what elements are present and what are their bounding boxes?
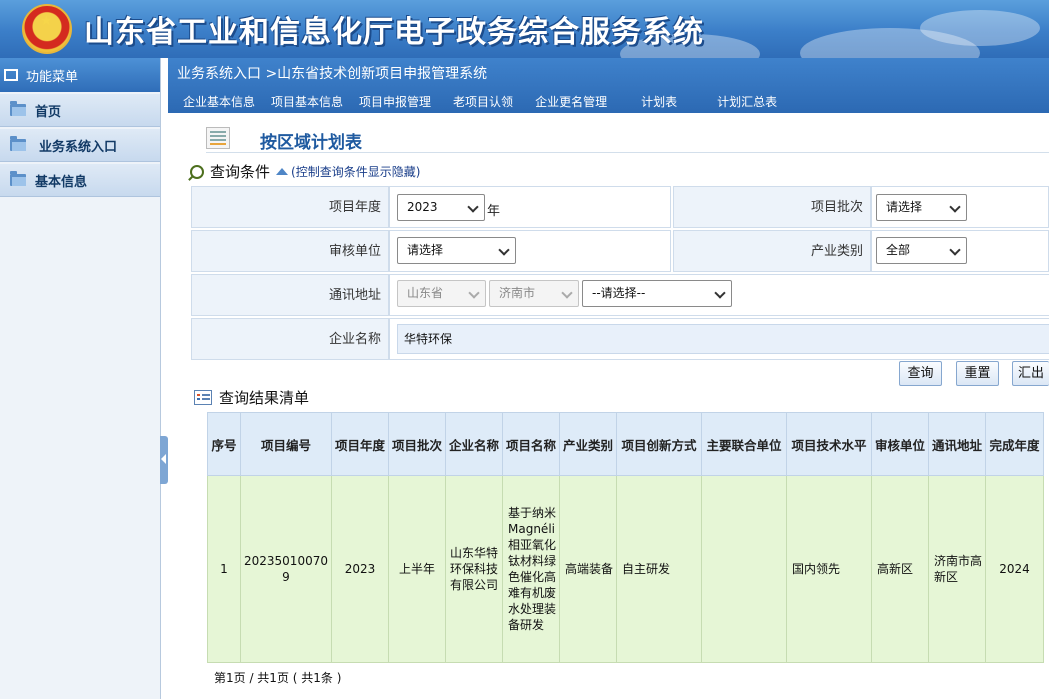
cell-company: 山东华特环保科技有限公司 (445, 475, 503, 663)
year-select[interactable]: 2023 (397, 194, 485, 221)
company-name-cell: 华特环保 (389, 318, 1049, 360)
column-header: 通讯地址 (928, 412, 986, 476)
cell-batch: 上半年 (388, 475, 446, 663)
sidebar-header-label: 功能菜单 (26, 69, 79, 85)
audit-unit-cell: 请选择 (389, 230, 671, 272)
header-banner: ★ 山东省工业和信息化厅电子政务综合服务系统 (0, 0, 1049, 58)
column-header: 产业类别 (559, 412, 617, 476)
column-header: 项目名称 (502, 412, 560, 476)
query-toggle-label: (控制查询条件显示隐藏) (291, 165, 421, 179)
menu-item-project-info[interactable]: 项目基本信息 (271, 93, 343, 110)
query-header-label: 查询条件 (210, 163, 271, 181)
city-select[interactable]: 济南市 (489, 280, 579, 307)
menu-item-plan-table[interactable]: 计划表 (641, 93, 677, 110)
batch-label: 项目批次 (673, 186, 871, 228)
cell-audit-unit: 高新区 (871, 475, 929, 663)
sidebar: 功能菜单 首页 业务系统入口 基本信息 (0, 58, 161, 699)
column-header: 项目年度 (331, 412, 389, 476)
industry-cell: 全部 (871, 230, 1049, 272)
sidebar-header: 功能菜单 (0, 58, 160, 92)
column-header: 项目批次 (388, 412, 446, 476)
menu-item-rename-management[interactable]: 企业更名管理 (535, 93, 607, 110)
top-navigation: 业务系统入口 >山东省技术创新项目申报管理系统 企业基本信息 项目基本信息 项目… (168, 58, 1049, 113)
cell-partner (701, 475, 787, 663)
batch-cell: 请选择 (871, 186, 1049, 228)
folder-icon (10, 136, 26, 151)
system-title: 山东省工业和信息化厅电子政务综合服务系统 (84, 15, 704, 50)
batch-select[interactable]: 请选择 (876, 194, 967, 221)
company-name-input[interactable]: 华特环保 (397, 324, 1049, 354)
query-form: 项目年度 2023 年 项目批次 请选择 审核单位 请选择 产业类别 全部 通讯… (191, 186, 1049, 362)
menu-item-plan-summary[interactable]: 计划汇总表 (717, 93, 777, 110)
audit-unit-select[interactable]: 请选择 (397, 237, 516, 264)
address-label: 通讯地址 (191, 274, 389, 316)
query-section-header: 查询条件 (控制查询条件显示隐藏) (190, 161, 420, 182)
sidebar-item-business-entry[interactable]: 业务系统入口 (0, 129, 160, 162)
column-header: 完成年度 (985, 412, 1044, 476)
page-title-bar: 按区域计划表 (206, 125, 1049, 153)
reset-button[interactable]: 重置 (956, 361, 999, 386)
folder-icon (10, 101, 26, 116)
sidebar-collapse-handle[interactable] (160, 436, 168, 484)
menu-item-company-info[interactable]: 企业基本信息 (183, 93, 255, 110)
sidebar-item-home[interactable]: 首页 (0, 94, 160, 127)
industry-label: 产业类别 (673, 230, 871, 272)
sidebar-item-label: 首页 (35, 104, 62, 120)
sidebar-item-label: 业务系统入口 (39, 139, 118, 155)
company-name-label: 企业名称 (191, 318, 389, 360)
year-cell: 2023 年 (389, 186, 671, 228)
page-title: 按区域计划表 (260, 133, 362, 153)
cell-project-name: 基于纳米Magnéli相亚氧化钛材料绿色催化高难有机废水处理装备研发 (502, 475, 560, 663)
main-content: 按区域计划表 查询条件 (控制查询条件显示隐藏) 项目年度 2023 年 项目批… (168, 113, 1049, 699)
province-select[interactable]: 山东省 (397, 280, 486, 307)
export-button[interactable]: 汇出 (1012, 361, 1049, 386)
cell-year: 2023 (331, 475, 389, 663)
cell-index: 1 (207, 475, 241, 663)
sidebar-item-label: 基本信息 (35, 174, 88, 190)
column-header: 项目编号 (240, 412, 332, 476)
search-button[interactable]: 查询 (899, 361, 942, 386)
menu-item-old-project-claim[interactable]: 老项目认领 (453, 93, 513, 110)
national-emblem-icon: ★ (22, 4, 72, 54)
cell-tech-level: 国内领先 (786, 475, 872, 663)
table-row[interactable]: 1 202350100709 2023 上半年 山东华特环保科技有限公司 基于纳… (207, 475, 1044, 663)
pagination-info: 第1页 / 共1页 ( 共1条 ) (214, 671, 342, 685)
breadcrumb: 业务系统入口 >山东省技术创新项目申报管理系统 (177, 66, 488, 82)
report-icon (206, 127, 230, 149)
sidebar-item-basic-info[interactable]: 基本信息 (0, 164, 160, 197)
menu-item-project-apply[interactable]: 项目申报管理 (359, 93, 431, 110)
address-cell: 山东省 济南市 --请选择-- (389, 274, 1049, 316)
results-section-header: 查询结果清单 (194, 387, 309, 408)
search-icon (190, 164, 204, 179)
table-header-row: 序号 项目编号 项目年度 项目批次 企业名称 项目名称 产业类别 项目创新方式 … (207, 412, 1044, 476)
column-header: 企业名称 (445, 412, 503, 476)
column-header: 主要联合单位 (701, 412, 787, 476)
column-header: 序号 (207, 412, 241, 476)
cell-finish-year: 2024 (985, 475, 1044, 663)
results-table: 序号 项目编号 项目年度 项目批次 企业名称 项目名称 产业类别 项目创新方式 … (207, 412, 1044, 663)
column-header: 审核单位 (871, 412, 929, 476)
menu-icon (4, 69, 18, 81)
year-unit: 年 (487, 204, 501, 219)
query-toggle-link[interactable]: (控制查询条件显示隐藏) (276, 163, 420, 180)
year-label: 项目年度 (191, 186, 389, 228)
list-icon (194, 390, 212, 405)
cell-industry: 高端装备 (559, 475, 617, 663)
results-header-label: 查询结果清单 (219, 389, 310, 407)
column-header: 项目创新方式 (616, 412, 702, 476)
industry-select[interactable]: 全部 (876, 237, 967, 264)
column-header: 项目技术水平 (786, 412, 872, 476)
cell-address: 济南市高新区 (928, 475, 986, 663)
collapse-arrow-icon (276, 168, 289, 175)
audit-unit-label: 审核单位 (191, 230, 389, 272)
module-menu: 企业基本信息 项目基本信息 项目申报管理 老项目认领 企业更名管理 计划表 计划… (168, 93, 777, 110)
cell-project-code[interactable]: 202350100709 (240, 475, 332, 663)
cell-innovation: 自主研发 (616, 475, 702, 663)
district-select[interactable]: --请选择-- (582, 280, 732, 307)
folder-icon (10, 171, 26, 186)
